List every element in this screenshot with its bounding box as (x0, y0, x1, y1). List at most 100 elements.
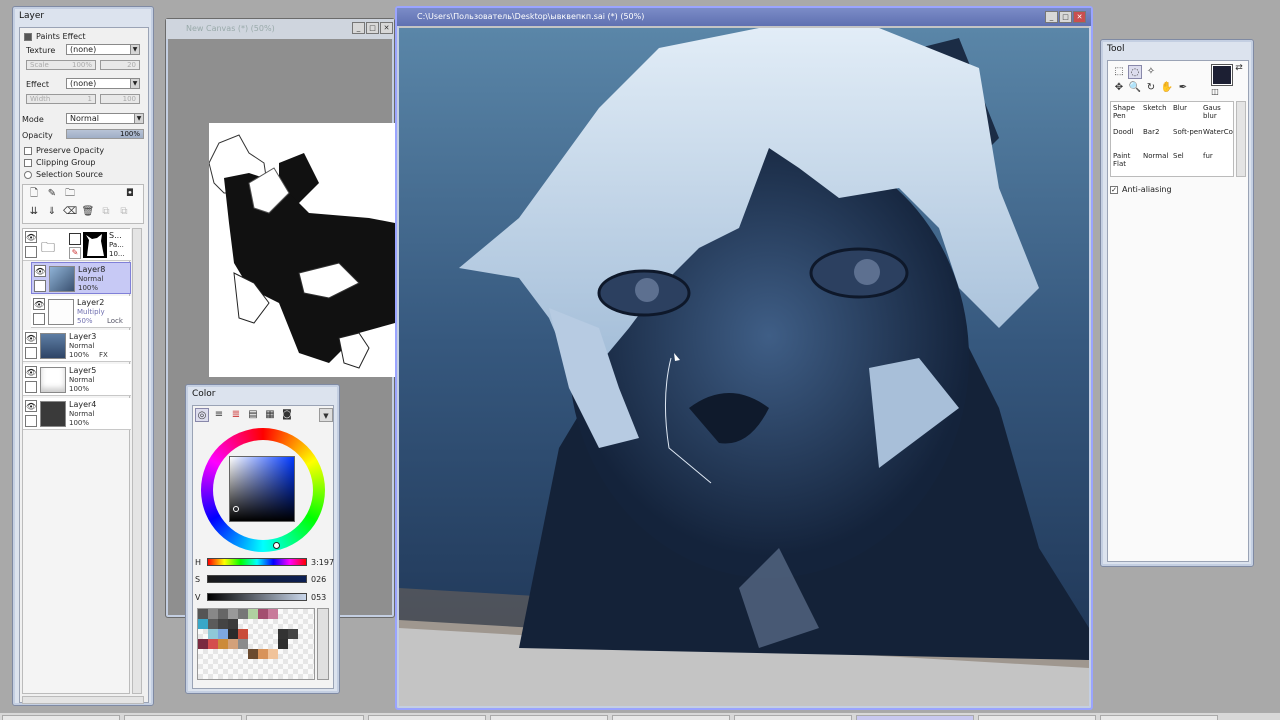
rect-select-icon[interactable]: ⬚ (1112, 65, 1126, 79)
tool-fur[interactable]: fur (1203, 152, 1233, 174)
hsv-slider-tab-icon[interactable]: ≣ (229, 408, 243, 422)
drawing-canvas[interactable] (399, 28, 1089, 668)
effect-select[interactable]: (none) ▼ (66, 78, 140, 89)
scale-slider[interactable]: Scale 100% (26, 60, 96, 70)
minimize-button[interactable]: _ (1045, 11, 1058, 23)
reference-canvas[interactable] (208, 123, 395, 377)
tool-sel[interactable]: Sel (1173, 152, 1203, 174)
width-slider[interactable]: Width 1 (26, 94, 96, 104)
collapse-icon[interactable] (24, 32, 32, 41)
new-linework-icon[interactable]: ✎ (45, 187, 59, 201)
scratchpad-tab-icon[interactable]: ◙ (280, 408, 294, 422)
taskbar-item[interactable] (612, 715, 730, 720)
scale-amount-slider[interactable]: 20 (100, 60, 140, 70)
tool-shape-pen[interactable]: Shape Pen (1113, 104, 1143, 126)
eye-icon[interactable]: 👁 (33, 298, 45, 310)
color-wheel-tab-icon[interactable]: ◎ (195, 408, 209, 422)
layer-item-layer3[interactable]: 👁 Layer3 Normal 100% FX (23, 330, 131, 362)
tool-grid-scrollbar[interactable] (1236, 101, 1246, 177)
layer-item-layer2[interactable]: 👁 Layer2 Multiply 50% Lock (31, 296, 131, 328)
taskbar-item[interactable] (978, 715, 1096, 720)
tool-sketch[interactable]: Sketch (1143, 104, 1173, 126)
maximize-button[interactable]: □ (1059, 11, 1072, 23)
swatch-scrollbar[interactable] (317, 608, 329, 680)
new-layer-icon[interactable]: 🗋 (27, 187, 41, 201)
blend-mode-select[interactable]: Normal ▼ (66, 113, 144, 124)
lock-toggle[interactable] (25, 347, 37, 359)
close-button[interactable]: ✕ (380, 22, 393, 34)
swatches-tab-icon[interactable]: ▦ (263, 408, 277, 422)
eye-icon[interactable]: 👁 (25, 332, 37, 344)
brush-lock-icon[interactable] (34, 280, 46, 292)
transparent-color-icon[interactable]: ◫ (1208, 85, 1222, 99)
tool-waterco[interactable]: WaterCo (1203, 128, 1233, 150)
tool-doodl[interactable]: Doodl (1113, 128, 1143, 150)
texture-select[interactable]: (none) ▼ (66, 44, 140, 55)
delete-layer-icon[interactable]: 🗑 (81, 205, 95, 219)
taskbar-item[interactable] (246, 715, 364, 720)
layer-item-layer5[interactable]: 👁 Layer5 Normal 100% (23, 364, 131, 396)
layer-item-folder[interactable]: 👁 🗀 ✎ S... Pa... 10... (23, 229, 131, 261)
paints-effect-header[interactable]: Paints Effect (24, 30, 144, 43)
opacity-slider[interactable]: 100% (66, 129, 144, 139)
move-icon[interactable]: ✥ (1112, 81, 1126, 95)
saturation-slider[interactable] (207, 575, 307, 583)
new-folder-icon[interactable]: 🗀 (63, 187, 77, 201)
minimize-button[interactable]: _ (352, 22, 365, 34)
layer-item-layer4[interactable]: 👁 Layer4 Normal 100% (23, 398, 131, 430)
value-slider[interactable] (207, 593, 307, 601)
copy-mask-icon[interactable]: ⧉ (117, 205, 131, 219)
tool-normal[interactable]: Normal (1143, 152, 1173, 174)
mask-icon[interactable]: ◘ (123, 187, 137, 201)
swap-colors-icon[interactable]: ⇄ (1232, 61, 1246, 75)
taskbar-item[interactable] (856, 715, 974, 720)
eyedropper-icon[interactable]: ✒ (1176, 81, 1190, 95)
tool-paint-flat[interactable]: Paint Flat (1113, 152, 1143, 174)
taskbar-item[interactable] (2, 715, 120, 720)
rotate-icon[interactable]: ↻ (1144, 81, 1158, 95)
swatch-grid[interactable] (197, 608, 315, 680)
taskbar-item[interactable] (734, 715, 852, 720)
rgb-slider-tab-icon[interactable]: ≡ (212, 408, 226, 422)
mixer-tab-icon[interactable]: ▤ (246, 408, 260, 422)
hue-ring[interactable] (201, 428, 325, 552)
lock-toggle[interactable] (33, 313, 45, 325)
tool-soft-pen[interactable]: Soft-pen (1173, 128, 1203, 150)
taskbar-item[interactable] (490, 715, 608, 720)
width-amount-slider[interactable]: 100 (100, 94, 140, 104)
lock-toggle[interactable] (25, 381, 37, 393)
merge-down-icon[interactable]: ⇓ (45, 205, 59, 219)
maximize-button[interactable]: □ (366, 22, 379, 34)
selection-source-checkbox[interactable]: Selection Source (24, 168, 144, 181)
layer-item-layer8[interactable]: 👁 Layer8 Normal 100% (31, 262, 131, 294)
tool-blur[interactable]: Blur (1173, 104, 1203, 126)
taskbar-item[interactable] (1100, 715, 1218, 720)
magic-wand-icon[interactable]: ✧ (1144, 65, 1158, 79)
apply-mask-icon[interactable]: ⧉ (99, 205, 113, 219)
eye-icon[interactable]: 👁 (25, 231, 37, 243)
lock-toggle[interactable] (25, 246, 37, 258)
transfer-down-icon[interactable]: ⇊ (27, 205, 41, 219)
panel-menu-icon[interactable]: ▼ (319, 408, 333, 422)
sv-cursor[interactable] (233, 506, 239, 512)
lasso-icon[interactable]: ◌ (1128, 65, 1142, 79)
zoom-icon[interactable]: 🔍 (1128, 81, 1142, 95)
lock-toggle[interactable] (25, 415, 37, 427)
hue-slider[interactable] (207, 558, 307, 566)
primary-color-swatch[interactable] (1211, 64, 1233, 86)
eye-icon[interactable]: 👁 (25, 400, 37, 412)
taskbar-item[interactable] (368, 715, 486, 720)
eye-icon[interactable]: 👁 (25, 366, 37, 378)
clear-layer-icon[interactable]: ⌫ (63, 205, 77, 219)
anti-aliasing-checkbox[interactable]: ✓ Anti-aliasing (1110, 183, 1244, 196)
layer-list-scrollbar[interactable] (132, 228, 142, 694)
saturation-value-square[interactable] (229, 456, 295, 522)
layer-list-hscrollbar[interactable] (22, 696, 144, 704)
hue-cursor[interactable] (273, 542, 280, 549)
tool-gaus-blur[interactable]: Gaus blur (1203, 104, 1233, 126)
taskbar-item[interactable] (124, 715, 242, 720)
close-button[interactable]: ✕ (1073, 11, 1086, 23)
eye-icon[interactable]: 👁 (34, 265, 46, 277)
tool-bar2[interactable]: Bar2 (1143, 128, 1173, 150)
hand-icon[interactable]: ✋ (1160, 81, 1174, 95)
